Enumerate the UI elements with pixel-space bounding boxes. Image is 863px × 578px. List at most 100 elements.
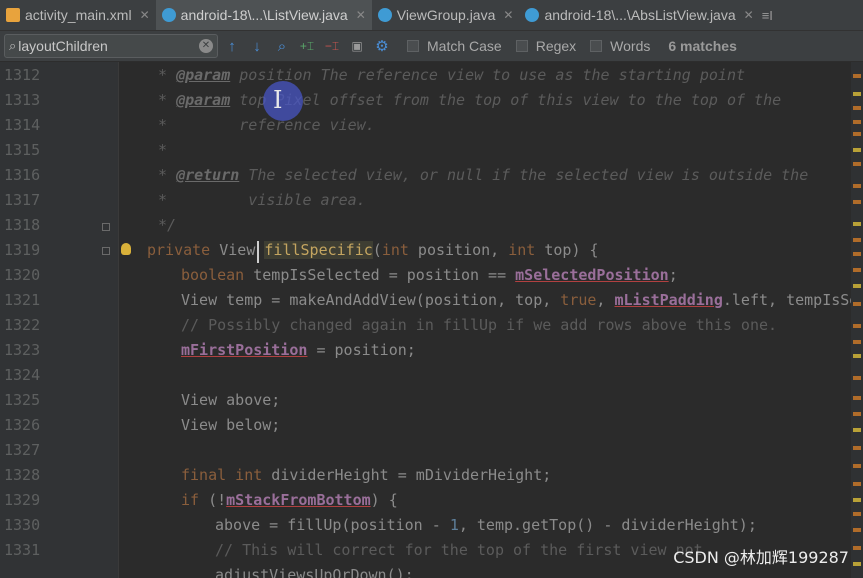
code-text: final int dividerHeight = mDividerHeight… [181, 466, 552, 484]
stripe-mark[interactable] [853, 284, 861, 288]
match-count: 6 matches [668, 38, 737, 54]
match-case-option[interactable]: Match Case [407, 38, 502, 54]
code-line: 1320 boolean tempIsSelected = position ==… [0, 263, 863, 288]
stripe-mark[interactable] [853, 324, 861, 328]
code-line: 1316 * @return The selected view, or null… [0, 163, 863, 188]
code-line: 1325 View above; [0, 388, 863, 413]
stripe-mark[interactable] [853, 546, 861, 550]
line-number: 1315 [4, 141, 41, 159]
stripe-mark[interactable] [853, 340, 861, 344]
stripe-mark[interactable] [853, 428, 861, 432]
find-all-icon[interactable]: ⌕ [271, 38, 293, 55]
stripe-mark[interactable] [853, 412, 861, 416]
line-number: 1322 [4, 316, 41, 334]
stripe-mark[interactable] [853, 302, 861, 306]
next-occurrence-icon[interactable]: ↓ [246, 38, 268, 55]
code-line: 1321 View temp = makeAndAddView(position,… [0, 288, 863, 313]
stripe-mark[interactable] [853, 396, 861, 400]
line-number: 1317 [4, 191, 41, 209]
fold-marker-icon[interactable] [102, 247, 110, 255]
watermark: CSDN @林加辉199287 [673, 548, 849, 567]
stripe-mark[interactable] [853, 74, 861, 78]
code-text: adjustViewsUpOrDown(); [215, 566, 414, 578]
editor-tab-bar: activity_main.xml ✕ android-18\...\ListV… [0, 0, 863, 31]
stripe-mark[interactable] [853, 528, 861, 532]
code-text: * reference view. [158, 116, 375, 134]
stripe-mark[interactable] [853, 120, 861, 124]
stripe-mark[interactable] [853, 512, 861, 516]
code-text: * @return The selected view, or null if … [158, 166, 809, 184]
close-icon[interactable]: ✕ [140, 8, 150, 22]
stripe-mark[interactable] [853, 162, 861, 166]
stripe-mark[interactable] [853, 132, 861, 136]
search-field[interactable]: ⌕ ✕ [4, 34, 218, 58]
stripe-mark[interactable] [853, 376, 861, 380]
tab-activity-main-xml[interactable]: activity_main.xml ✕ [0, 0, 156, 30]
stripe-mark[interactable] [853, 92, 861, 96]
select-all-occurrences-icon[interactable]: ▣ [346, 39, 368, 53]
code-text: // This will correct for the top of the … [215, 541, 703, 559]
stripe-mark[interactable] [853, 238, 861, 242]
settings-gear-icon[interactable]: ⚙ [371, 37, 393, 55]
previous-occurrence-icon[interactable]: ↑ [221, 38, 243, 55]
tab-listview-java[interactable]: android-18\...\ListView.java ✕ [155, 0, 372, 30]
code-line: 1317 * visible area. [0, 188, 863, 213]
match-case-label: Match Case [427, 38, 502, 54]
code-text: * @param position The reference view to … [158, 66, 746, 84]
words-checkbox[interactable] [590, 40, 603, 52]
stripe-mark[interactable] [853, 252, 861, 256]
search-input[interactable] [18, 38, 199, 54]
code-text: if (!mStackFromBottom) { [181, 491, 398, 509]
clear-search-icon[interactable]: ✕ [199, 39, 213, 53]
regex-checkbox[interactable] [515, 40, 528, 52]
match-case-checkbox[interactable] [407, 40, 419, 52]
close-icon[interactable]: ✕ [744, 8, 754, 22]
code-line: 1322 // Possibly changed again in fillUp … [0, 313, 863, 338]
stripe-mark[interactable] [853, 200, 861, 204]
tab-viewgroup-java[interactable]: ViewGroup.java ✕ [372, 0, 520, 30]
stripe-mark[interactable] [853, 498, 861, 502]
line-number: 1329 [4, 491, 41, 509]
regex-option[interactable]: Regex [515, 38, 576, 54]
stripe-mark[interactable] [853, 446, 861, 450]
line-number: 1328 [4, 466, 41, 484]
remove-selection-icon[interactable]: −⌶ [321, 39, 343, 54]
lightbulb-icon[interactable] [121, 243, 131, 255]
code-text: mFirstPosition = position; [181, 341, 416, 359]
tab-label: activity_main.xml [25, 7, 132, 23]
words-option[interactable]: Words [590, 38, 650, 54]
code-line: 1323 mFirstPosition = position; [0, 338, 863, 363]
stripe-mark[interactable] [853, 562, 861, 566]
code-text: // Possibly changed again in fillUp if w… [181, 316, 778, 334]
stripe-mark[interactable] [853, 184, 861, 188]
stripe-mark[interactable] [853, 268, 861, 272]
mouse-pointer-highlight [263, 81, 303, 121]
code-text: View temp = makeAndAddView(position, top… [181, 291, 863, 309]
line-number: 1330 [4, 516, 41, 534]
stripe-mark[interactable] [853, 464, 861, 468]
fold-marker-icon[interactable] [102, 223, 110, 231]
line-number: 1319 [4, 241, 41, 259]
stripe-mark[interactable] [853, 106, 861, 110]
code-editor[interactable]: 1312 * @param position The reference view… [0, 62, 863, 578]
line-number: 1314 [4, 116, 41, 134]
stripe-mark[interactable] [853, 354, 861, 358]
add-selection-icon[interactable]: +⌶ [296, 39, 318, 54]
stripe-mark[interactable] [853, 148, 861, 152]
code-text: boolean tempIsSelected = position == mSe… [181, 266, 678, 284]
xml-file-icon [6, 8, 20, 22]
tab-overflow-icon[interactable]: ≡I [762, 8, 773, 23]
close-icon[interactable]: ✕ [356, 8, 366, 22]
stripe-mark[interactable] [853, 222, 861, 226]
search-icon[interactable]: ⌕ [9, 38, 16, 54]
code-text: above = fillUp(position - 1, temp.getTop… [215, 516, 757, 534]
close-icon[interactable]: ✕ [503, 8, 513, 22]
code-line: 1318 */ [0, 213, 863, 238]
line-number: 1326 [4, 416, 41, 434]
tab-abslistview-java[interactable]: android-18\...\AbsListView.java ✕ [519, 0, 759, 30]
line-number: 1323 [4, 341, 41, 359]
tab-label: android-18\...\ListView.java [180, 7, 348, 23]
error-stripe-scrollbar[interactable] [851, 62, 863, 578]
stripe-mark[interactable] [853, 482, 861, 486]
code-line: 1326 View below; [0, 413, 863, 438]
